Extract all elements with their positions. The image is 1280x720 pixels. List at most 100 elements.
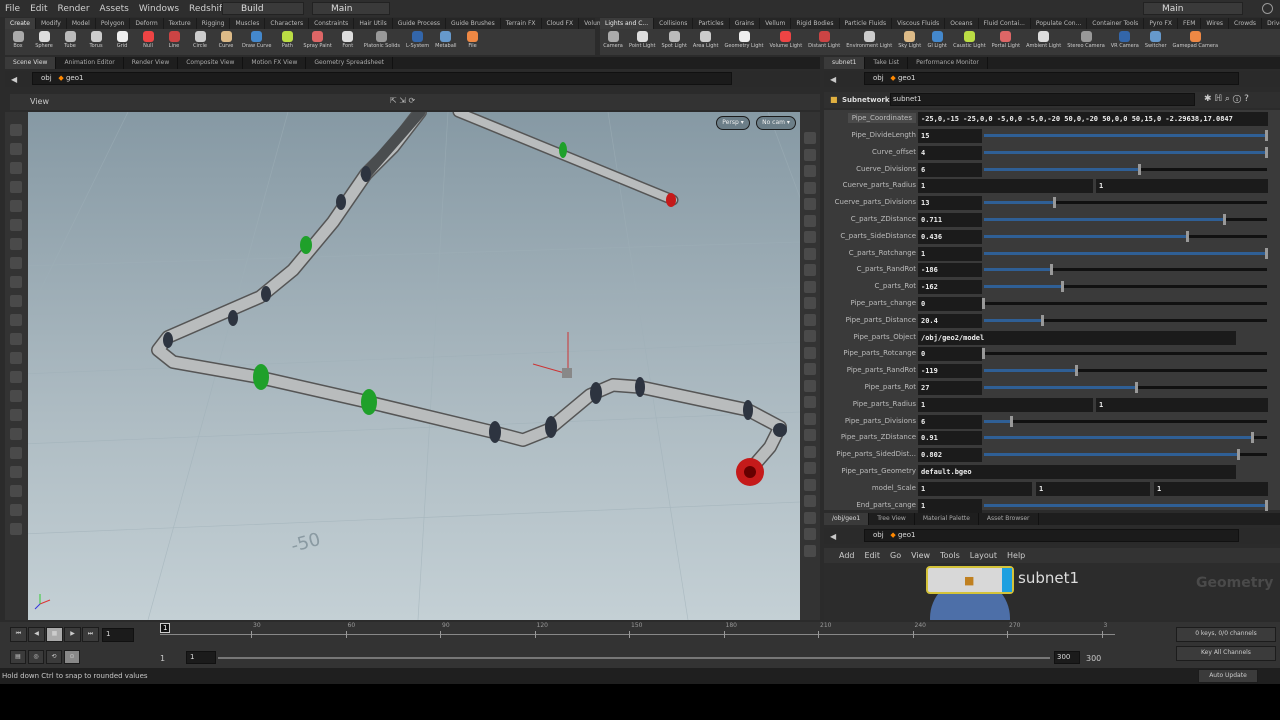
param-value[interactable]: 0.802 [918,448,982,463]
start-frame[interactable]: 1 [160,654,165,663]
param-slider[interactable] [982,298,1267,309]
display-option-icon[interactable] [804,462,816,474]
shelf-tab[interactable]: Terrain FX [501,18,542,29]
shelf-tab[interactable]: Lights and C... [600,18,655,29]
display-option-icon[interactable] [804,544,816,557]
param-value[interactable]: default.bgeo [918,465,1236,479]
display-option-icon[interactable] [804,396,816,408]
display-option-icon[interactable] [804,297,816,309]
network-tab[interactable]: Asset Browser [979,513,1039,525]
shelf-tool[interactable]: Torus [83,29,109,49]
left-tool-icon[interactable] [10,333,22,345]
shelf-tool[interactable]: Switcher [1142,29,1170,49]
end-frame[interactable]: 300 [1086,654,1101,663]
desktop-select[interactable]: Build [222,2,304,15]
select-tools-icon[interactable]: ⇱ ⇲ ⟳ [390,96,415,105]
shelf-tool[interactable]: Null [135,29,161,49]
shelf-tab[interactable]: Deform [130,18,164,29]
left-tool-icon[interactable] [10,390,22,402]
shelf-tab[interactable]: Polygon [96,18,131,29]
display-option-icon[interactable] [804,363,816,375]
param-slider[interactable] [984,146,1268,158]
param-slider[interactable] [984,130,1268,141]
display-option-icon[interactable] [804,412,816,425]
param-value-z[interactable]: 1 [1154,481,1268,496]
shelf-tab[interactable]: Crowds [1229,18,1263,29]
shelf-tool[interactable]: Point Light [626,29,658,49]
param-slider[interactable] [984,230,1267,242]
left-tool-icon[interactable] [10,238,22,250]
network-path-field[interactable]: obj ◆ geo1 [864,529,1239,542]
shelf-tool[interactable]: Grid [109,29,135,49]
shelf-tool[interactable]: Font [335,29,361,49]
stop-button[interactable]: ■ [46,627,63,642]
path-geo[interactable]: geo1 [66,74,84,82]
shelf-tool[interactable]: Metaball [432,29,459,49]
display-option-icon[interactable] [804,280,816,293]
shelf-tab[interactable]: Constraints [309,18,355,29]
param-value[interactable]: 0.91 [918,431,982,446]
display-option-icon[interactable] [804,264,816,276]
play-button[interactable]: ▶ [64,627,81,642]
shelf-tab[interactable]: FEM [1178,18,1202,29]
param-value[interactable]: 15 [918,129,982,143]
display-option-icon[interactable] [804,528,816,540]
shelf-tool[interactable]: Sphere [31,29,57,49]
viewer-tab[interactable]: Motion FX View [243,57,307,69]
param-value[interactable]: 6 [918,162,982,177]
param-value[interactable]: 0 [918,297,982,311]
shelf-tab[interactable]: Fluid Contai... [979,18,1031,29]
display-option-icon[interactable] [804,132,816,144]
shelf-tab[interactable]: Texture [164,18,197,29]
shelf-tab[interactable]: Particle Fluids [840,18,893,29]
param-slider[interactable] [984,264,1267,276]
display-option-icon[interactable] [804,478,816,491]
net-menu-view[interactable]: View [906,551,935,560]
slider-handle[interactable] [1265,499,1268,511]
back-icon[interactable]: ◀ [830,532,836,541]
param-slider[interactable] [984,163,1267,175]
network-tab[interactable]: /obj/geo1 [824,513,870,525]
shelf-tool[interactable]: Area Light [690,29,722,49]
auto-update-button[interactable]: Auto Update [1198,669,1258,683]
param-value-2[interactable]: 1 [1096,179,1268,194]
net-menu-add[interactable]: Add [834,551,860,560]
path-obj[interactable]: obj [41,74,52,82]
left-tool-icon[interactable] [10,428,22,440]
path-field[interactable]: obj ◆ geo1 [32,72,732,85]
left-tool-icon[interactable] [10,485,22,497]
display-option-icon[interactable] [804,231,816,243]
slider-handle[interactable] [1061,281,1065,293]
viewer-tab[interactable]: Scene View [5,57,57,69]
display-option-icon[interactable] [804,247,816,260]
net-menu-layout[interactable]: Layout [965,551,1002,560]
left-tool-icon[interactable] [10,143,22,155]
menu-assets[interactable]: Assets [95,4,134,14]
param-tab[interactable]: subnet1 [824,57,866,69]
left-tool-icon[interactable] [10,504,22,516]
param-value[interactable]: -25,0,-15 -25,0,0 -5,0,0 -5,0,-20 50,0,-… [918,112,1268,126]
slider-handle[interactable] [1049,264,1053,276]
left-tool-icon[interactable] [10,181,22,193]
slider-handle[interactable] [1236,449,1240,461]
shelf-tab[interactable]: Oceans [945,18,979,29]
network-tab[interactable]: Tree View [869,513,915,525]
context-select-right[interactable]: Main [1143,2,1243,15]
display-option-icon[interactable] [804,165,816,177]
timeline-ruler[interactable]: 1 30 60 90 120 150 180 210 240 270 3 [160,622,1115,642]
shelf-tool[interactable]: Gamepad Camera [1170,29,1222,49]
param-slider[interactable] [984,449,1267,461]
slider-handle[interactable] [982,298,985,309]
display-option-icon[interactable] [804,379,816,392]
shelf-tab[interactable]: Guide Brushes [446,18,501,29]
param-slider[interactable] [984,415,1267,427]
param-slider[interactable] [984,314,1267,326]
display-option-icon[interactable] [804,445,816,458]
param-value[interactable]: 1 [918,481,1032,496]
key-all-channels-button[interactable]: Key All Channels [1176,646,1276,661]
param-value[interactable]: 1 [918,397,1093,412]
slider-handle[interactable] [1134,382,1138,393]
shelf-tab[interactable]: Grains [730,18,761,29]
persp-menu[interactable]: Persp ▾ [716,116,750,130]
display-option-icon[interactable] [804,198,816,210]
